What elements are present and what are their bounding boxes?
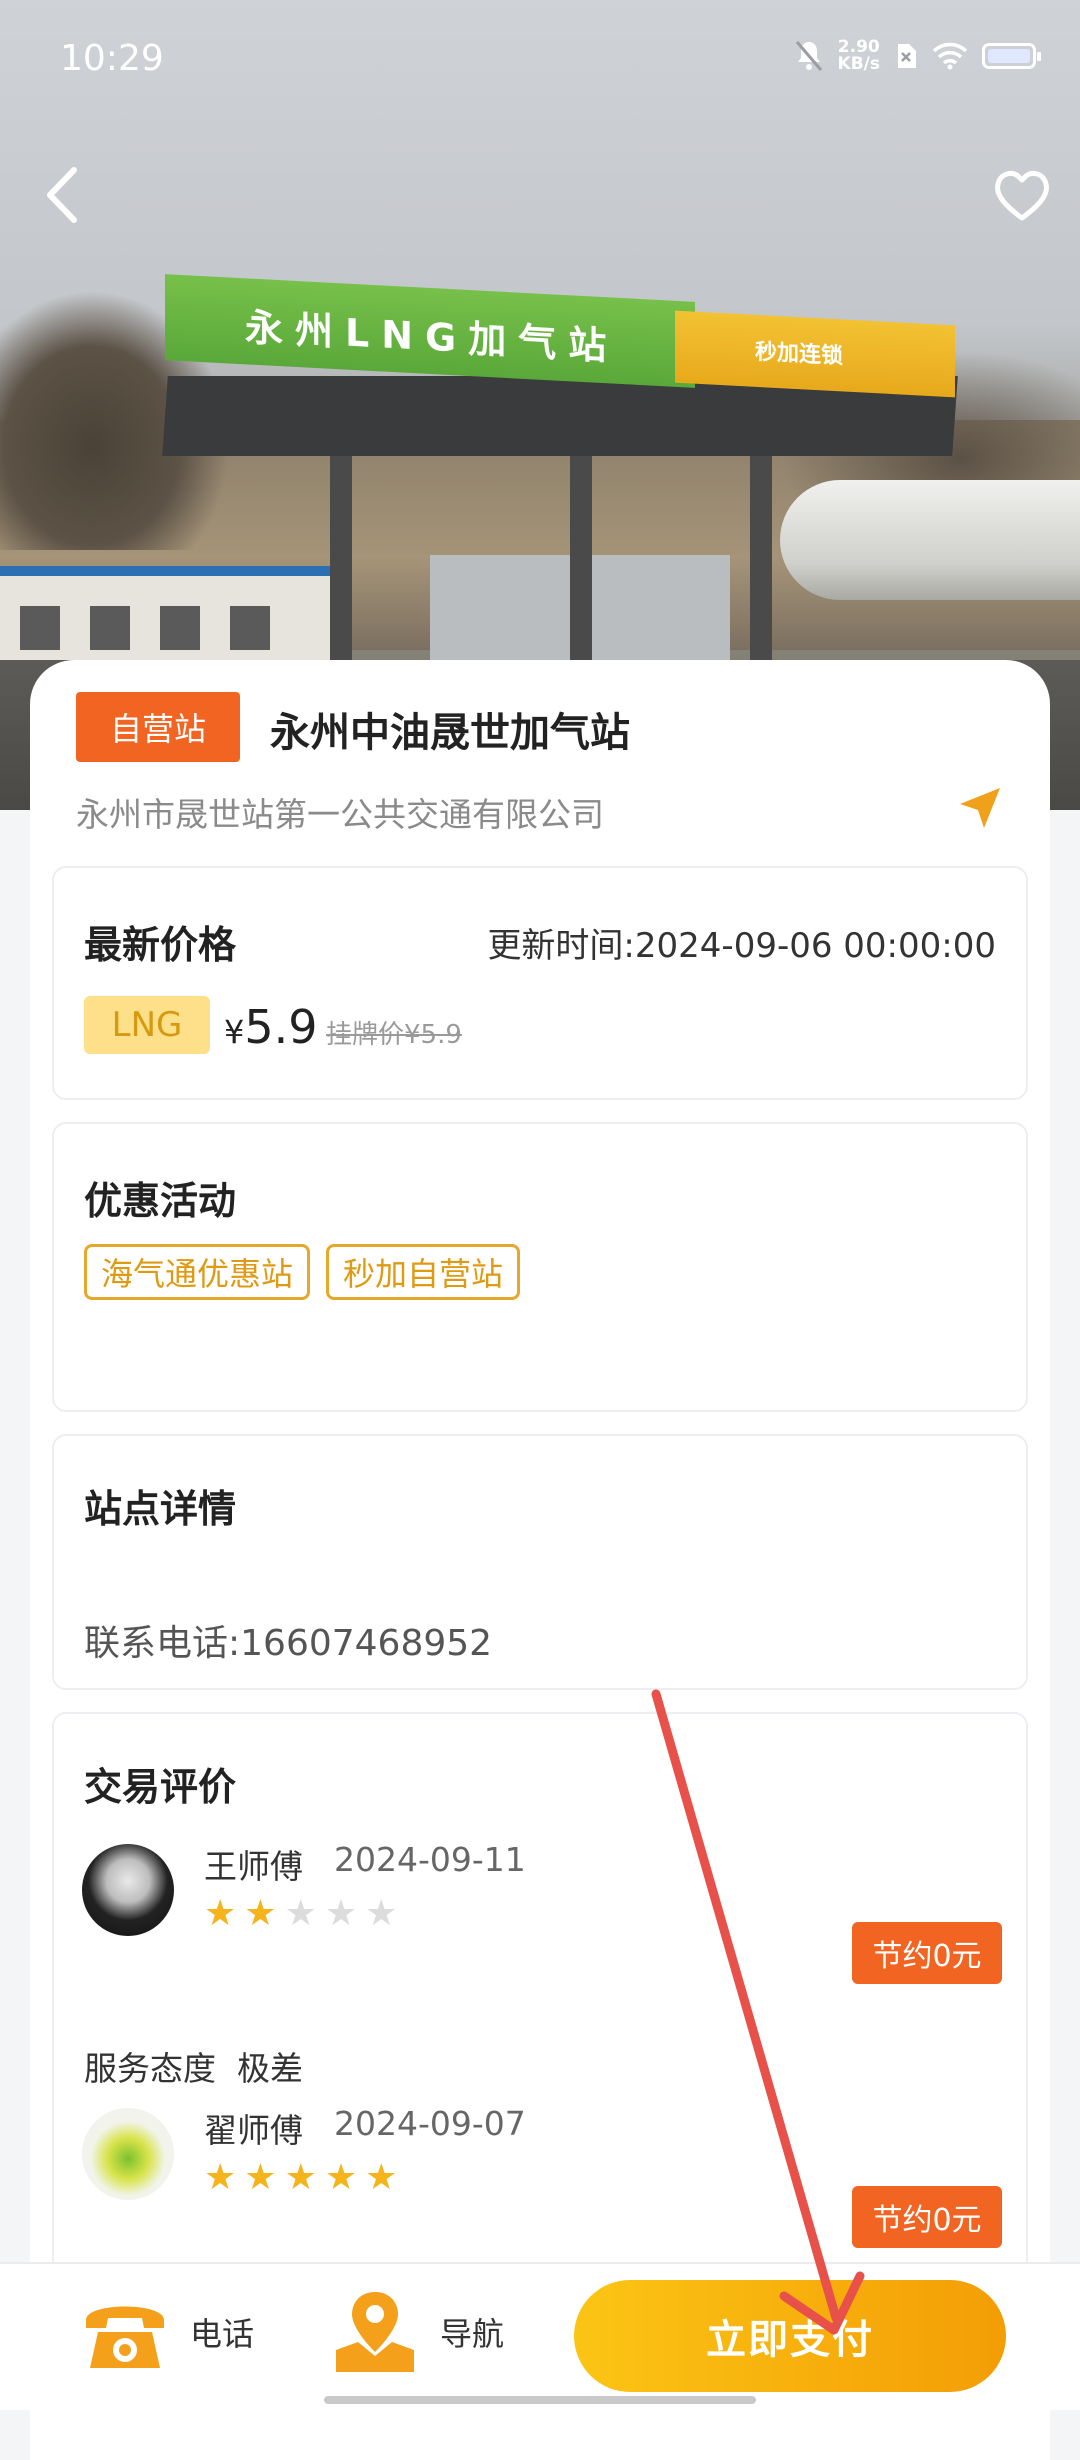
station-company: 永州市晟世站第一公共交通有限公司 [76, 795, 604, 834]
reviews-title: 交易评价 [84, 1765, 237, 1809]
star-icon: ★ [284, 1893, 317, 1934]
phone-button[interactable]: 电话 [80, 2290, 254, 2374]
detail-title: 站点详情 [84, 1487, 237, 1531]
promo-tags: 海气通优惠站 秒加自营站 [84, 1244, 521, 1300]
reviewer-name: 翟师傅 [204, 2111, 303, 2150]
phone-label: 电话 [190, 2315, 255, 2353]
fuel-type-tag: LNG [84, 996, 210, 1054]
status-icons: 2.90 KB/s [794, 36, 1041, 76]
review-comment: 服务态度 极差 [84, 2049, 303, 2088]
battery-icon [982, 43, 1041, 69]
contact-phone[interactable]: 联系电话:16607468952 [84, 1614, 492, 1666]
star-icon: ★ [365, 1893, 398, 1934]
star-icon: ★ [204, 1893, 237, 1934]
navigate-button[interactable]: 导航 [330, 2290, 504, 2374]
review-date: 2024-09-07 [334, 2104, 526, 2143]
review-date: 2024-09-11 [334, 1840, 526, 1879]
star-icon: ★ [244, 2157, 277, 2198]
star-rating: ★ ★ ★ ★ ★ [204, 1896, 397, 1932]
savings-badge: 节约0元 [852, 2186, 1002, 2248]
station-detail-section: 站点详情 联系电话:16607468952 [52, 1434, 1028, 1690]
star-icon: ★ [365, 2157, 398, 2198]
star-icon: ★ [244, 1893, 277, 1934]
price-title: 最新价格 [84, 923, 237, 967]
wifi-icon [932, 42, 968, 70]
mute-bell-icon [795, 41, 822, 71]
price-update-time: 更新时间:2024-09-06 00:00:00 [487, 926, 996, 966]
location-arrow-icon[interactable] [956, 784, 1004, 832]
promo-tag: 秒加自营站 [326, 1244, 521, 1300]
promo-title: 优惠活动 [84, 1179, 237, 1223]
avatar [82, 1844, 174, 1936]
avatar [82, 2108, 174, 2200]
promo-section: 优惠活动 海气通优惠站 秒加自营站 [52, 1122, 1028, 1412]
star-icon: ★ [284, 2157, 317, 2198]
favorite-heart-icon[interactable] [990, 164, 1054, 228]
star-icon: ★ [324, 1893, 358, 1934]
canopy-brand-text: 秒加连锁 [755, 339, 844, 370]
promo-tag: 海气通优惠站 [84, 1244, 311, 1300]
map-pin-icon [336, 2292, 414, 2372]
bottom-action-bar: 电话 导航 立即支付 [0, 2262, 1080, 2410]
status-time: 10:29 [60, 38, 164, 79]
star-rating: ★ ★ ★ ★ ★ [204, 2160, 397, 2196]
reviewer-name: 王师傅 [204, 1847, 303, 1886]
reviews-section: 交易评价 王师傅 2024-09-11 ★ ★ ★ ★ ★ 节约0元 服务态度 … [52, 1712, 1028, 2272]
pay-now-button[interactable]: 立即支付 [574, 2280, 1006, 2392]
savings-badge: 节约0元 [852, 1922, 1002, 1984]
current-price: ¥5.9 [224, 1000, 318, 1054]
net-speed: 2.90 KB/s [837, 37, 880, 74]
navigate-label: 导航 [440, 2315, 505, 2353]
star-icon: ★ [204, 2157, 237, 2198]
price-section: 最新价格 更新时间:2024-09-06 00:00:00 LNG ¥5.9 挂… [52, 866, 1028, 1100]
self-operated-badge: 自营站 [76, 692, 240, 762]
station-name: 永州中油晟世加气站 [270, 710, 630, 756]
home-indicator [324, 2396, 756, 2404]
star-icon: ★ [324, 2157, 358, 2198]
sim-off-icon [898, 44, 916, 68]
phone-icon [86, 2306, 164, 2368]
list-price: 挂牌价¥5.9 [326, 1020, 462, 1050]
back-icon[interactable] [34, 160, 94, 230]
lng-tank [780, 480, 1080, 600]
